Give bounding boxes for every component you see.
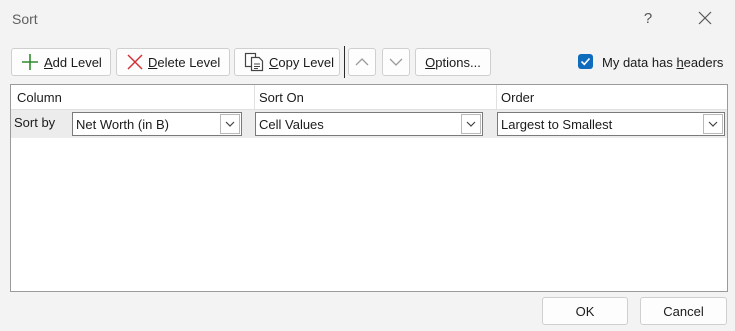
delete-level-label: Delete Level (148, 54, 221, 70)
delete-level-button[interactable]: Delete Level (116, 48, 230, 76)
title-bar: Sort ? (0, 0, 735, 38)
column-select-value: Net Worth (in B) (76, 117, 169, 132)
ok-button[interactable]: OK (542, 297, 628, 325)
move-down-button[interactable] (382, 48, 410, 76)
close-icon (698, 11, 712, 25)
sort-on-header: Sort On (259, 90, 304, 105)
header-divider (496, 85, 497, 109)
dialog-title: Sort (12, 11, 38, 27)
options-label: Options... (425, 54, 481, 70)
copy-icon (244, 52, 264, 72)
move-up-button[interactable] (348, 48, 376, 76)
my-data-has-headers-checkbox[interactable] (578, 54, 593, 69)
sort-by-label: Sort by (14, 115, 56, 130)
my-data-has-headers-label[interactable]: My data has headers (602, 55, 723, 70)
order-header: Order (501, 90, 535, 105)
column-select[interactable]: Net Worth (in B) (72, 112, 242, 136)
dropdown-button[interactable] (461, 114, 481, 134)
copy-level-button[interactable]: Copy Level (234, 48, 340, 76)
plus-icon (21, 53, 39, 71)
chevron-down-icon (708, 121, 718, 127)
add-level-button[interactable]: Add Level (11, 48, 111, 76)
sort-level-row[interactable]: Sort by Net Worth (in B) Cell Values Lar… (11, 110, 727, 138)
dropdown-button[interactable] (703, 114, 723, 134)
delete-x-icon (127, 54, 143, 70)
order-select-value: Largest to Smallest (501, 117, 613, 132)
sort-on-select-value: Cell Values (259, 117, 324, 132)
sort-on-select[interactable]: Cell Values (255, 112, 483, 136)
checkmark-icon (580, 57, 591, 66)
dropdown-button[interactable] (220, 114, 240, 134)
column-header: Column (17, 90, 62, 105)
add-level-label: Add Level (44, 54, 102, 70)
chevron-down-icon (466, 121, 476, 127)
chevron-up-icon (355, 58, 369, 66)
header-divider (254, 85, 255, 109)
copy-level-label: Copy Level (269, 54, 335, 70)
help-button[interactable]: ? (636, 8, 660, 30)
options-button[interactable]: Options... (415, 48, 491, 76)
sort-levels-grid: Column Sort On Order Sort by Net Worth (… (10, 84, 728, 292)
order-select[interactable]: Largest to Smallest (497, 112, 725, 136)
toolbar-divider (344, 46, 345, 78)
chevron-down-icon (389, 58, 403, 66)
chevron-down-icon (225, 121, 235, 127)
cancel-button[interactable]: Cancel (640, 297, 727, 325)
close-button[interactable] (693, 8, 717, 30)
